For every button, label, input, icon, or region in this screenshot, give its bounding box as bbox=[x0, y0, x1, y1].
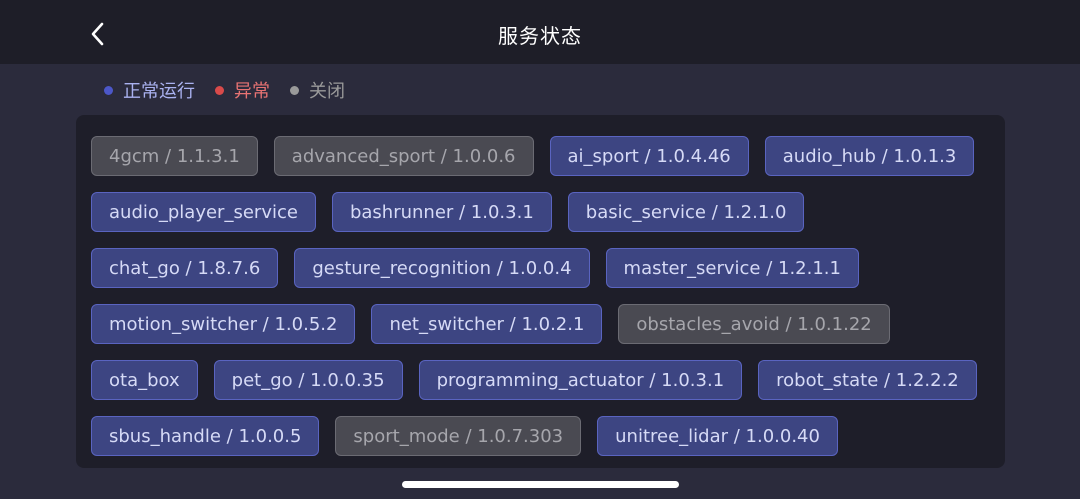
legend-item: 关闭 bbox=[290, 77, 345, 103]
services-panel: 4gcm / 1.1.3.1 advanced_sport / 1.0.0.6 ai… bbox=[76, 115, 1005, 468]
legend-label: 异常 bbox=[234, 81, 270, 102]
service-tag[interactable]: pet_go / 1.0.0.35 bbox=[213, 360, 403, 400]
service-tag[interactable]: ota_box bbox=[91, 360, 198, 400]
service-tag[interactable]: audio_player_service bbox=[91, 192, 316, 232]
service-tag[interactable]: advanced_sport / 1.0.0.6 bbox=[273, 136, 534, 176]
legend-label: 关闭 bbox=[309, 81, 345, 102]
service-tag[interactable]: basic_service / 1.2.1.0 bbox=[567, 192, 805, 232]
legend-item: 正常运行 bbox=[104, 77, 195, 103]
legend-dot-icon bbox=[290, 85, 299, 95]
home-indicator[interactable] bbox=[402, 481, 679, 488]
legend-item: 异常 bbox=[215, 77, 270, 103]
legend-dot-icon bbox=[215, 85, 224, 95]
service-tag[interactable]: chat_go / 1.8.7.6 bbox=[91, 248, 279, 288]
service-tag[interactable]: bashrunner / 1.0.3.1 bbox=[331, 192, 552, 232]
service-tag[interactable]: net_switcher / 1.0.2.1 bbox=[371, 304, 603, 344]
service-tag[interactable]: motion_switcher / 1.0.5.2 bbox=[91, 304, 356, 344]
page-title: 服务状态 bbox=[498, 24, 582, 48]
service-tag[interactable]: unitree_lidar / 1.0.0.40 bbox=[597, 416, 838, 456]
service-tag[interactable]: robot_state / 1.2.2.2 bbox=[758, 360, 977, 400]
service-tag-list: 4gcm / 1.1.3.1 advanced_sport / 1.0.0.6 ai… bbox=[91, 136, 991, 456]
service-tag[interactable]: ai_sport / 1.0.4.46 bbox=[549, 136, 749, 176]
service-tag[interactable]: sport_mode / 1.0.7.303 bbox=[335, 416, 582, 456]
service-tag[interactable]: audio_hub / 1.0.1.3 bbox=[764, 136, 975, 176]
service-tag[interactable]: sbus_handle / 1.0.0.5 bbox=[91, 416, 320, 456]
service-tag[interactable]: 4gcm / 1.1.3.1 bbox=[91, 136, 258, 176]
legend-dot-icon bbox=[104, 85, 113, 95]
legend-label: 正常运行 bbox=[123, 81, 195, 102]
status-legend: 正常运行 异常 关闭 bbox=[104, 78, 365, 102]
service-tag[interactable]: programming_actuator / 1.0.3.1 bbox=[418, 360, 743, 400]
service-tag[interactable]: master_service / 1.2.1.1 bbox=[605, 248, 859, 288]
service-tag[interactable]: gesture_recognition / 1.0.0.4 bbox=[294, 248, 590, 288]
service-tag[interactable]: obstacles_avoid / 1.0.1.22 bbox=[618, 304, 890, 344]
